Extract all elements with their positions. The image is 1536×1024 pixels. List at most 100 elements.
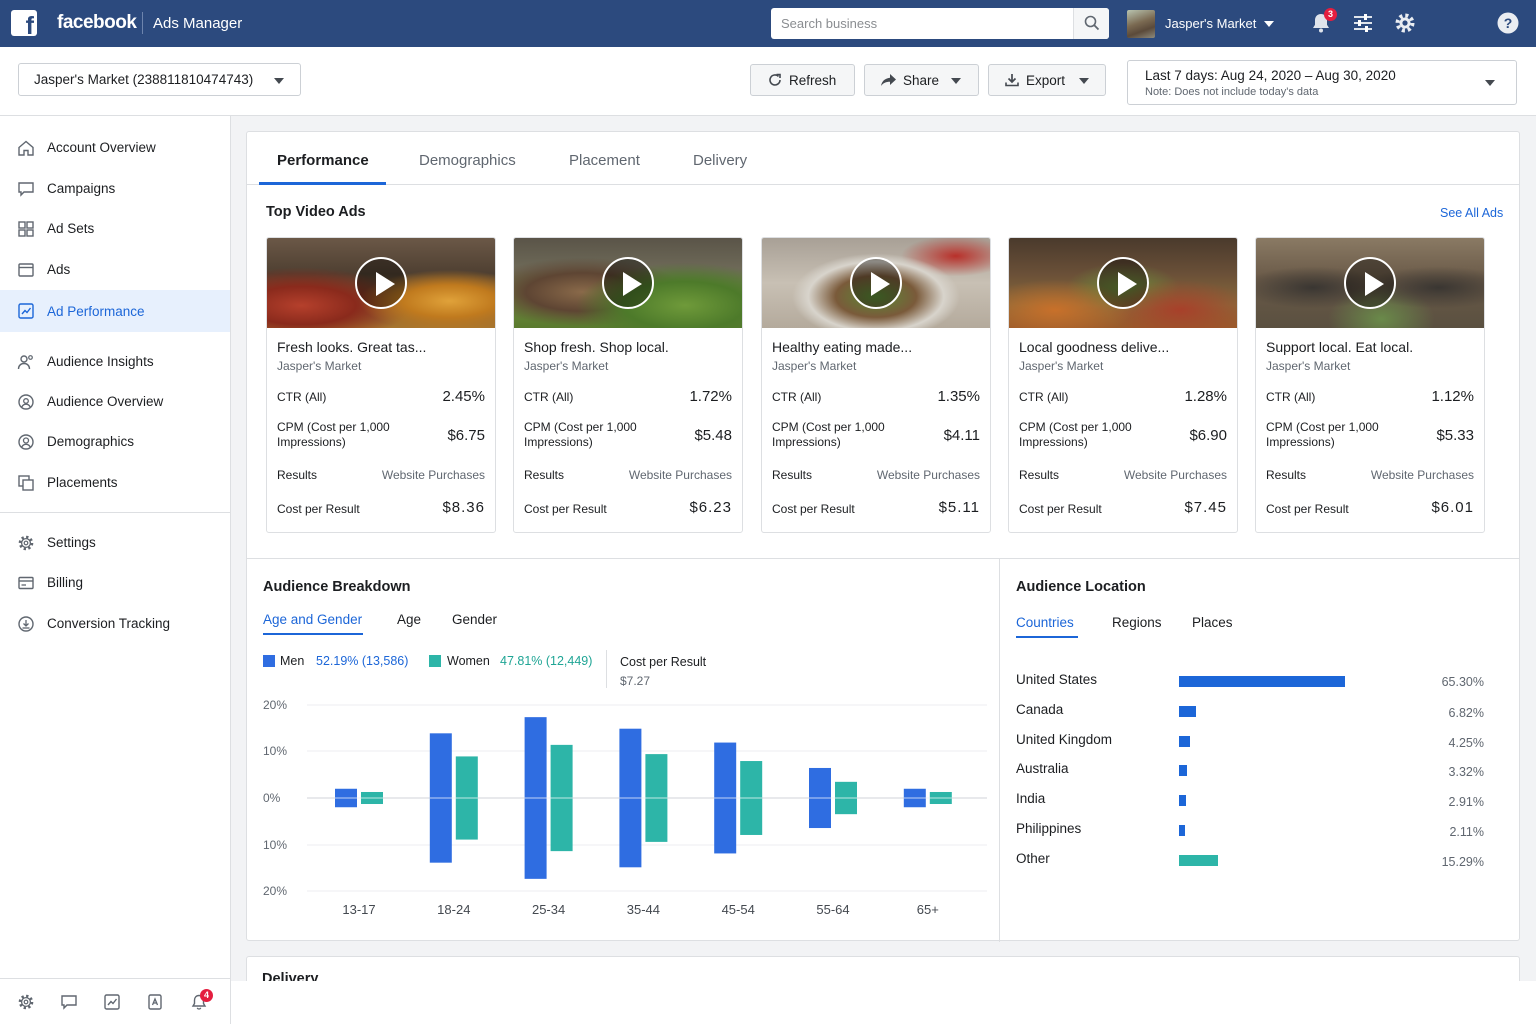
men-legend-value: 52.19% (13,586): [316, 654, 409, 668]
x-tick-label: 13-17: [342, 902, 375, 915]
ad-card[interactable]: Fresh looks. Great tas... Jasper's Marke…: [266, 237, 496, 533]
location-bar: [1179, 735, 1190, 747]
sidebar-item-account-overview[interactable]: Account Overview: [0, 127, 230, 167]
audience-breakdown-title: Audience Breakdown: [263, 579, 411, 595]
sidebar-item-placements[interactable]: Placements: [0, 462, 230, 502]
date-range-label: Last 7 days: Aug 24, 2020 – Aug 30, 2020: [1145, 68, 1396, 83]
account-switcher[interactable]: Jasper's Market: [1127, 9, 1275, 38]
play-icon[interactable]: [602, 257, 654, 309]
ad-card[interactable]: Support local. Eat local. Jasper's Marke…: [1255, 237, 1485, 533]
cost-per-result-value: $7.27: [620, 674, 651, 688]
search-button[interactable]: [1073, 8, 1109, 39]
sidebar-item-ad-sets[interactable]: Ad Sets: [0, 208, 230, 248]
section-divider: [247, 558, 1519, 559]
cost-per-result-value: $8.36: [442, 499, 485, 516]
sidebar-item-ad-performance[interactable]: Ad Performance: [0, 290, 230, 332]
ad-title: Healthy eating made...: [772, 339, 913, 355]
location-name: Canada: [1016, 701, 1064, 717]
tab-placement[interactable]: Placement: [569, 152, 640, 169]
y-tick-label: 20%: [263, 884, 287, 898]
location-row[interactable]: United Kingdom 4.25%: [1016, 732, 1506, 756]
tab-demographics[interactable]: Demographics: [419, 152, 516, 169]
tab-delivery[interactable]: Delivery: [693, 152, 747, 169]
sidebar-item-label: Audience Insights: [47, 353, 154, 369]
men-legend-swatch: [263, 655, 275, 667]
ad-icon: [18, 263, 34, 277]
gear-icon[interactable]: [17, 993, 35, 1011]
location-name: India: [1016, 791, 1046, 807]
account-avatar: [1127, 9, 1155, 38]
sidebar-item-demographics[interactable]: Demographics: [0, 421, 230, 461]
ad-advertiser: Jasper's Market: [524, 359, 609, 373]
ad-card[interactable]: Shop fresh. Shop local. Jasper's Market …: [513, 237, 743, 533]
sidebar-item-settings[interactable]: Settings: [0, 522, 230, 562]
active-subtab-indicator: [1016, 636, 1078, 638]
cpm-label: CPM (Cost per 1,000 Impressions): [524, 420, 637, 449]
tab-regions[interactable]: Regions: [1112, 615, 1162, 630]
cpm-value: $6.90: [1189, 427, 1227, 444]
facebook-logo-icon[interactable]: f: [11, 10, 37, 36]
help-button[interactable]: ?: [1496, 11, 1520, 35]
tab-age-and-gender[interactable]: Age and Gender: [263, 612, 362, 627]
results-label: Results: [772, 468, 813, 482]
date-range-picker[interactable]: Last 7 days: Aug 24, 2020 – Aug 30, 2020…: [1127, 60, 1517, 105]
location-row[interactable]: Canada 6.82%: [1016, 702, 1506, 726]
sidebar-item-ads[interactable]: Ads: [0, 249, 230, 289]
chart-icon[interactable]: [103, 993, 121, 1011]
location-row[interactable]: United States 65.30%: [1016, 672, 1506, 696]
ad-title: Fresh looks. Great tas...: [277, 339, 427, 355]
see-all-ads-link[interactable]: See All Ads: [1440, 206, 1503, 220]
conversion-icon: [18, 616, 34, 632]
location-row[interactable]: Other 15.29%: [1016, 851, 1506, 875]
export-button[interactable]: Export: [988, 64, 1106, 96]
location-name: Philippines: [1016, 821, 1082, 836]
ad-card[interactable]: Local goodness delive... Jasper's Market…: [1008, 237, 1238, 533]
tab-places[interactable]: Places: [1192, 615, 1233, 630]
search-icon: [1084, 15, 1100, 31]
section-divider: [999, 559, 1000, 942]
results-value: Website Purchases: [1123, 468, 1227, 482]
location-row[interactable]: Philippines 2.11%: [1016, 821, 1506, 845]
sidebar-item-conversion-tracking[interactable]: Conversion Tracking: [0, 603, 230, 643]
cpm-value: $5.33: [1436, 427, 1474, 444]
legend-divider: [606, 650, 607, 688]
location-percent: 3.32%: [1448, 765, 1484, 780]
search-box: [771, 8, 1109, 39]
location-bar: [1179, 854, 1218, 866]
y-tick-label: 10%: [263, 744, 287, 758]
refresh-button[interactable]: Refresh: [750, 64, 855, 96]
chevron-down-icon: [1485, 80, 1495, 86]
tab-countries[interactable]: Countries: [1016, 615, 1074, 630]
notifications-button[interactable]: 3: [1309, 8, 1337, 35]
cost-per-result-label: Cost per Result: [277, 502, 360, 516]
settings-button[interactable]: [1393, 11, 1417, 35]
play-icon[interactable]: [850, 257, 902, 309]
search-input[interactable]: [771, 8, 1073, 39]
ctr-label: CTR (All): [1019, 390, 1069, 404]
sidebar-item-audience-insights[interactable]: Audience Insights: [0, 341, 230, 381]
ad-card[interactable]: Healthy eating made... Jasper's Market C…: [761, 237, 991, 533]
filters-button[interactable]: [1351, 11, 1375, 35]
play-icon[interactable]: [355, 257, 407, 309]
location-row[interactable]: Australia 3.32%: [1016, 761, 1506, 785]
share-button[interactable]: Share: [864, 64, 979, 96]
location-row[interactable]: India 2.91%: [1016, 791, 1506, 815]
ctr-label: CTR (All): [772, 390, 822, 404]
tab-performance[interactable]: Performance: [277, 152, 369, 169]
tab-age[interactable]: Age: [397, 612, 421, 627]
chat-icon[interactable]: [60, 993, 78, 1011]
sidebar-item-billing[interactable]: Billing: [0, 562, 230, 602]
play-icon[interactable]: [1097, 257, 1149, 309]
tab-gender[interactable]: Gender: [452, 612, 497, 627]
cost-per-result-label: Cost per Result: [620, 655, 707, 669]
gear-icon: [18, 535, 34, 551]
sidebar-item-audience-overview[interactable]: Audience Overview: [0, 381, 230, 421]
sidebar-item-campaigns[interactable]: Campaigns: [0, 168, 230, 208]
sidebar-item-label: Placements: [47, 474, 118, 490]
ctr-value: 1.12%: [1431, 388, 1474, 405]
play-icon[interactable]: [1344, 257, 1396, 309]
men-legend-label: Men: [280, 654, 305, 668]
cost-per-result-label: Cost per Result: [524, 502, 607, 516]
ad-account-select[interactable]: Jasper's Market (238811810474743): [18, 63, 301, 96]
tag-icon[interactable]: [146, 993, 164, 1011]
